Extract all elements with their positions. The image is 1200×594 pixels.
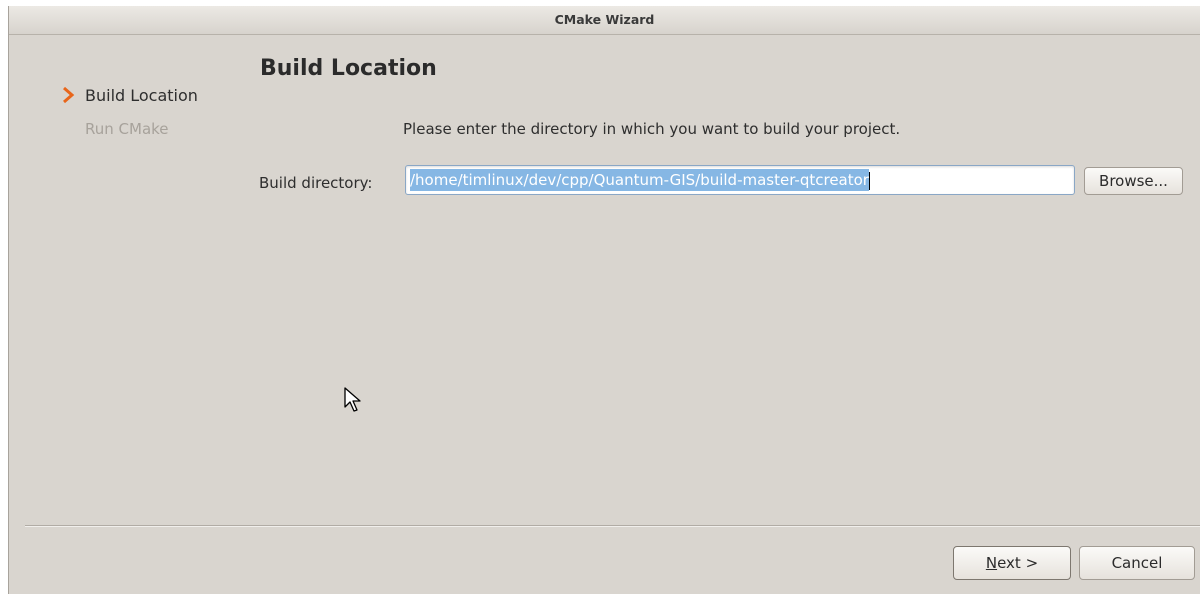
step-run-cmake: Run CMake	[85, 120, 169, 138]
wizard-steps-sidebar: Build Location Run CMake	[9, 34, 249, 524]
step-build-location: Build Location	[85, 86, 198, 105]
build-directory-label: Build directory:	[259, 174, 373, 192]
next-mnemonic: N	[985, 554, 998, 572]
page-title: Build Location	[260, 56, 437, 81]
next-button[interactable]: Next >	[953, 546, 1071, 580]
window-title: CMake Wizard	[9, 6, 1200, 35]
button-separator	[25, 525, 1200, 527]
build-directory-input[interactable]: /home/timlinux/dev/cpp/Quantum-GIS/build…	[405, 165, 1075, 195]
chevron-right-icon	[63, 86, 75, 104]
browse-button[interactable]: Browse...	[1084, 167, 1183, 195]
cmake-wizard-window: CMake Wizard Build Location Run CMake Bu…	[8, 6, 1200, 594]
next-label: ext >	[997, 554, 1039, 572]
mouse-pointer-icon	[344, 387, 361, 412]
text-caret	[868, 171, 870, 190]
cancel-button[interactable]: Cancel	[1079, 546, 1195, 580]
build-directory-value: /home/timlinux/dev/cpp/Quantum-GIS/build…	[410, 169, 869, 191]
instruction-text: Please enter the directory in which you …	[403, 120, 901, 138]
